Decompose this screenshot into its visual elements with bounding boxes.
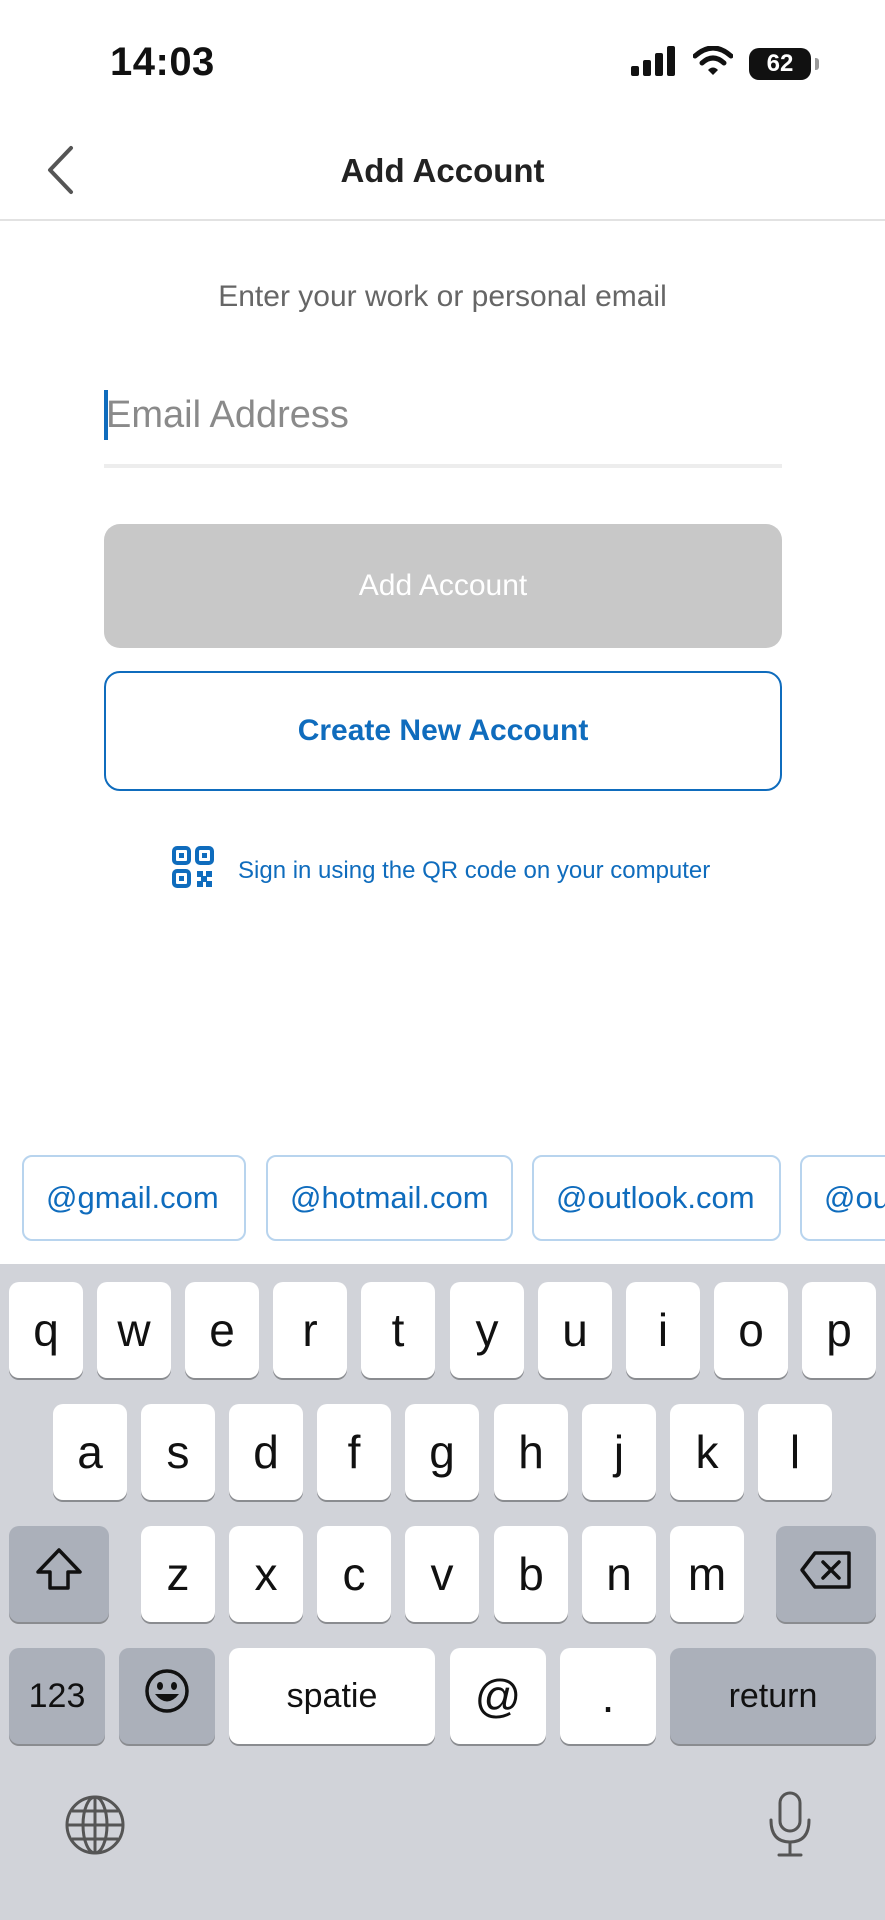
suggestion-outlook[interactable]: @outlook.com <box>532 1155 781 1241</box>
key-c[interactable]: c <box>317 1526 391 1622</box>
domain-suggestions: @gmail.com @hotmail.com @outlook.com @ou <box>0 1155 885 1241</box>
key-i[interactable]: i <box>626 1282 700 1378</box>
backspace-key[interactable] <box>776 1526 876 1622</box>
key-h[interactable]: h <box>494 1404 568 1500</box>
key-a[interactable]: a <box>53 1404 127 1500</box>
key-l[interactable]: l <box>758 1404 832 1500</box>
at-key[interactable]: @ <box>450 1648 546 1744</box>
key-d[interactable]: d <box>229 1404 303 1500</box>
microphone-key[interactable] <box>758 1790 822 1862</box>
shift-key[interactable] <box>9 1526 109 1622</box>
emoji-key[interactable] <box>119 1648 215 1744</box>
status-icons: 62 <box>631 45 819 81</box>
keyboard: q w e r t y u i o p a s d f g h j k l z … <box>0 1264 885 1920</box>
key-m[interactable]: m <box>670 1526 744 1622</box>
key-r[interactable]: r <box>273 1282 347 1378</box>
text-caret <box>104 390 108 440</box>
key-w[interactable]: w <box>97 1282 171 1378</box>
return-key[interactable]: return <box>670 1648 876 1744</box>
key-n[interactable]: n <box>582 1526 656 1622</box>
key-p[interactable]: p <box>802 1282 876 1378</box>
backspace-icon <box>799 1547 853 1601</box>
key-o[interactable]: o <box>714 1282 788 1378</box>
key-b[interactable]: b <box>494 1526 568 1622</box>
suggestion-hotmail[interactable]: @hotmail.com <box>266 1155 513 1241</box>
email-field[interactable] <box>104 380 782 468</box>
globe-icon <box>64 1794 126 1861</box>
key-q[interactable]: q <box>9 1282 83 1378</box>
key-x[interactable]: x <box>229 1526 303 1622</box>
key-j[interactable]: j <box>582 1404 656 1500</box>
key-u[interactable]: u <box>538 1282 612 1378</box>
suggestion-gmail[interactable]: @gmail.com <box>22 1155 246 1241</box>
battery-icon: 62 <box>749 47 819 80</box>
numbers-key[interactable]: 123 <box>9 1648 105 1744</box>
key-v[interactable]: v <box>405 1526 479 1622</box>
qr-code-icon <box>172 846 214 895</box>
subtitle: Enter your work or personal email <box>218 280 667 313</box>
create-account-button[interactable]: Create New Account <box>104 671 782 791</box>
key-e[interactable]: e <box>185 1282 259 1378</box>
cellular-signal-icon <box>631 46 677 81</box>
key-t[interactable]: t <box>361 1282 435 1378</box>
page-title: Add Account <box>340 152 545 189</box>
qr-link-label: Sign in using the QR code on your comput… <box>238 856 711 884</box>
key-k[interactable]: k <box>670 1404 744 1500</box>
space-key[interactable]: spatie <box>229 1648 435 1744</box>
microphone-icon <box>767 1790 813 1863</box>
wifi-icon <box>692 45 734 81</box>
qr-sign-in-link[interactable]: Sign in using the QR code on your comput… <box>172 846 710 895</box>
add-account-button[interactable]: Add Account <box>104 524 782 648</box>
emoji-icon <box>143 1667 191 1726</box>
status-bar: 14:03 62 <box>0 0 885 120</box>
battery-level: 62 <box>766 49 794 77</box>
email-input[interactable] <box>104 380 782 450</box>
suggestion-outlook-alt[interactable]: @ou <box>800 1155 885 1241</box>
shift-icon <box>34 1546 84 1603</box>
key-z[interactable]: z <box>141 1526 215 1622</box>
key-f[interactable]: f <box>317 1404 391 1500</box>
nav-bar: Add Account <box>0 120 885 221</box>
dot-key[interactable]: . <box>560 1648 656 1744</box>
key-s[interactable]: s <box>141 1404 215 1500</box>
key-g[interactable]: g <box>405 1404 479 1500</box>
globe-key[interactable] <box>62 1794 128 1860</box>
status-time: 14:03 <box>110 40 215 84</box>
key-y[interactable]: y <box>450 1282 524 1378</box>
